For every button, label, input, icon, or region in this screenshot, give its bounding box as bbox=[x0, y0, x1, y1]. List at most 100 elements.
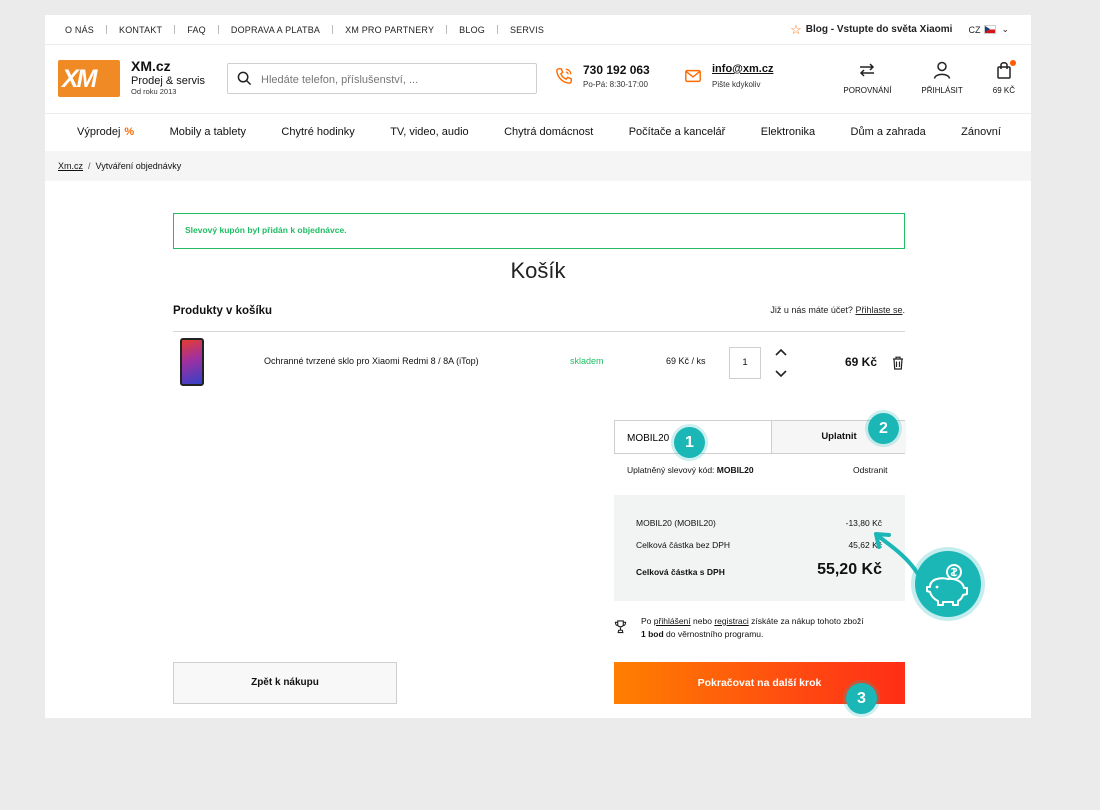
page: O NÁS KONTAKT FAQ DOPRAVA A PLATBA XM PR… bbox=[45, 15, 1031, 718]
language-selector[interactable]: CZ ⌄ bbox=[968, 24, 1009, 35]
piggy-bank-icon bbox=[926, 564, 968, 606]
breadcrumb-current: Vytváření objednávky bbox=[95, 161, 182, 171]
category-home-garden[interactable]: Dům a zahrada bbox=[851, 126, 926, 138]
step-badge-1: 1 bbox=[674, 427, 705, 458]
discount-value: -13,80 Kč bbox=[845, 518, 882, 528]
brand-tagline: Prodej & servis bbox=[131, 75, 205, 87]
coupon-success-notice: Slevový kupón byl přidán k objednávce. bbox=[173, 213, 905, 249]
sale-percent-icon: % bbox=[124, 126, 135, 138]
category-computers[interactable]: Počítače a kancelář bbox=[629, 126, 726, 138]
products-heading: Produkty v košíku bbox=[173, 305, 273, 317]
compare-label: POROVNÁNÍ bbox=[843, 86, 892, 95]
back-to-shopping-button[interactable]: Zpět k nákupu bbox=[173, 662, 397, 704]
top-nav-contact[interactable]: KONTAKT bbox=[119, 25, 162, 35]
divider bbox=[106, 25, 108, 34]
discount-label: MOBIL20 (MOBIL20) bbox=[636, 518, 716, 528]
divider bbox=[174, 25, 176, 34]
order-summary: MOBIL20 (MOBIL20) -13,80 Kč Celková část… bbox=[614, 495, 905, 601]
chevron-up-icon[interactable] bbox=[775, 348, 787, 356]
category-smart-home[interactable]: Chytrá domácnost bbox=[504, 126, 593, 138]
top-bar: O NÁS KONTAKT FAQ DOPRAVA A PLATBA XM PR… bbox=[45, 15, 1031, 45]
step-badge-2: 2 bbox=[868, 413, 899, 444]
product-availability: skladem bbox=[570, 356, 604, 366]
loyalty-login-link[interactable]: přihlášení bbox=[654, 616, 691, 626]
divider bbox=[217, 25, 219, 34]
mail-icon bbox=[685, 69, 701, 83]
compare-button[interactable]: POROVNÁNÍ bbox=[843, 60, 891, 95]
product-name[interactable]: Ochranné tvrzené sklo pro Xiaomi Redmi 8… bbox=[264, 356, 479, 366]
loyalty-text-middle: nebo bbox=[693, 616, 712, 626]
top-nav-about[interactable]: O NÁS bbox=[65, 25, 94, 35]
loyalty-text-prefix: Po bbox=[641, 616, 652, 626]
category-watches[interactable]: Chytré hodinky bbox=[281, 126, 354, 138]
divider bbox=[173, 331, 905, 332]
coupon-form: Uplatnit bbox=[614, 420, 906, 454]
brand-name: XM.cz bbox=[131, 58, 171, 74]
header-actions: POROVNÁNÍ PŘIHLÁSIT 69 KČ bbox=[813, 60, 1016, 95]
breadcrumb-separator: / bbox=[88, 161, 91, 171]
cart-total: 69 KČ bbox=[992, 86, 1015, 95]
cart-button[interactable]: 69 KČ bbox=[992, 60, 1016, 95]
top-nav-blog[interactable]: BLOG bbox=[459, 25, 485, 35]
applied-coupon: Uplatněný slevový kód: MOBIL20 bbox=[627, 465, 754, 475]
top-nav-service[interactable]: SERVIS bbox=[510, 25, 544, 35]
compare-arrows-icon bbox=[860, 63, 875, 77]
breadcrumb: Xm.cz / Vytváření objednávky bbox=[45, 151, 1031, 181]
applied-coupon-code: MOBIL20 bbox=[716, 465, 754, 475]
piggy-bank-badge bbox=[915, 551, 981, 617]
chevron-down-icon[interactable] bbox=[775, 370, 787, 378]
category-tv[interactable]: TV, video, audio bbox=[390, 126, 468, 138]
brand: XM.cz Prodej & servis Od roku 2013 bbox=[131, 58, 205, 96]
trophy-icon bbox=[614, 620, 627, 634]
czech-flag-icon bbox=[984, 25, 997, 34]
loyalty-register-link[interactable]: registraci bbox=[714, 616, 748, 626]
trash-icon[interactable] bbox=[892, 356, 904, 370]
product-unit-price: 69 Kč / ks bbox=[666, 356, 706, 366]
breadcrumb-home[interactable]: Xm.cz bbox=[58, 161, 83, 171]
top-nav: O NÁS KONTAKT FAQ DOPRAVA A PLATBA XM PR… bbox=[65, 15, 544, 44]
account-login-link[interactable]: Přihlaste se bbox=[855, 305, 902, 315]
loyalty-points: 1 bod bbox=[641, 629, 664, 639]
net-total-label: Celková částka bez DPH bbox=[636, 540, 731, 550]
category-sale-label: Výprodej bbox=[77, 126, 121, 138]
loyalty-text: Po přihlášení nebo registraci získáte za… bbox=[641, 615, 901, 641]
chevron-down-icon: ⌄ bbox=[1001, 24, 1009, 34]
logo-text: XM bbox=[62, 65, 97, 93]
product-image[interactable] bbox=[180, 338, 204, 386]
login-label: PŘIHLÁSIT bbox=[921, 86, 963, 95]
top-nav-faq[interactable]: FAQ bbox=[187, 25, 206, 35]
divider bbox=[446, 25, 448, 34]
logo[interactable]: XM bbox=[58, 60, 120, 97]
remove-coupon-link[interactable]: Odstranit bbox=[853, 465, 888, 475]
language-code: CZ bbox=[968, 24, 981, 35]
quantity-stepper[interactable] bbox=[774, 347, 788, 379]
search-input[interactable] bbox=[259, 70, 533, 90]
header: XM XM.cz Prodej & servis Od roku 2013 73… bbox=[45, 44, 1031, 114]
category-electronics[interactable]: Elektronika bbox=[761, 126, 815, 138]
top-right: ☆ Blog - Vstupte do světa Xiaomi CZ ⌄ bbox=[790, 15, 1009, 44]
account-prompt-text: Již u nás máte účet? bbox=[770, 305, 853, 315]
category-nav: Výprodej% Mobily a tablety Chytré hodink… bbox=[45, 114, 1031, 150]
search-icon bbox=[237, 71, 252, 86]
email-address: info@xm.cz bbox=[712, 63, 774, 75]
user-icon bbox=[933, 61, 951, 79]
phone-icon bbox=[556, 68, 572, 84]
divider bbox=[332, 25, 334, 34]
top-nav-partners[interactable]: XM PRO PARTNERY bbox=[345, 25, 434, 35]
brand-since: Od roku 2013 bbox=[131, 87, 177, 96]
star-icon: ☆ bbox=[790, 21, 802, 37]
category-sale[interactable]: Výprodej% bbox=[77, 126, 134, 138]
loyalty-text-suffix: získáte za nákup tohoto zboží bbox=[751, 616, 864, 626]
phone-hours: Po-Pá: 8:30-17:00 bbox=[583, 80, 648, 89]
step-badge-3: 3 bbox=[846, 683, 877, 714]
login-button[interactable]: PŘIHLÁSIT bbox=[921, 60, 963, 95]
quantity-input[interactable]: 1 bbox=[729, 347, 761, 379]
blog-link[interactable]: Blog - Vstupte do světa Xiaomi bbox=[806, 24, 953, 35]
category-phones[interactable]: Mobily a tablety bbox=[170, 126, 246, 138]
category-refurbished[interactable]: Zánovní bbox=[961, 126, 1001, 138]
grand-total-label: Celková částka s DPH bbox=[636, 567, 725, 577]
loyalty-text-end: do věrnostního programu. bbox=[666, 629, 764, 639]
top-nav-shipping[interactable]: DOPRAVA A PLATBA bbox=[231, 25, 320, 35]
email-note: Pište kdykoliv bbox=[712, 80, 761, 89]
page-title: Košík bbox=[510, 258, 566, 283]
